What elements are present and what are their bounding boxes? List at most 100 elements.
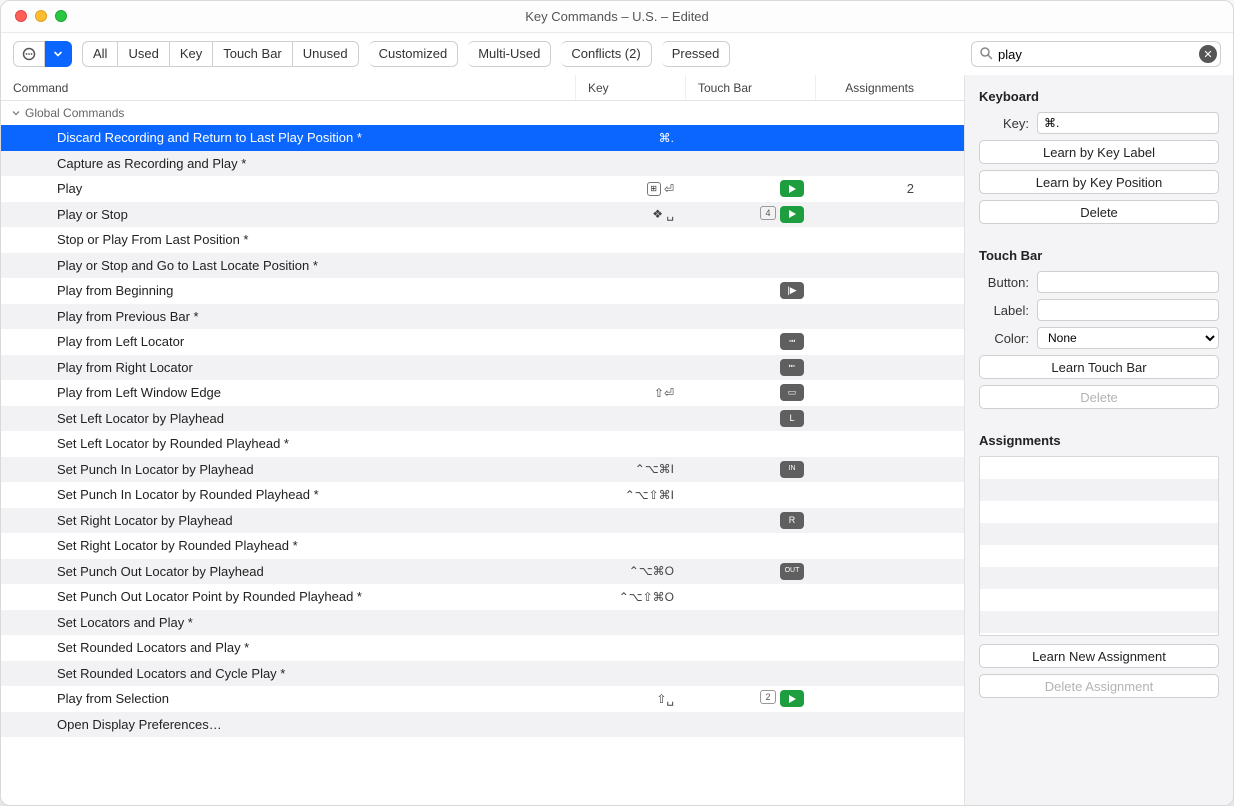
col-assignments[interactable]: Assignments xyxy=(816,75,926,100)
command-row[interactable]: Play from Right Locator⭰ xyxy=(1,355,964,381)
multi-used-button[interactable]: Multi-Used xyxy=(468,41,551,67)
command-row[interactable]: Set Left Locator by Rounded Playhead * xyxy=(1,431,964,457)
keyboard-section: Keyboard Key: Learn by Key Label Learn b… xyxy=(979,89,1219,230)
touchbar-color-select[interactable]: None xyxy=(1037,327,1219,349)
touchbar-cell xyxy=(686,584,816,610)
group-label: Global Commands xyxy=(25,106,124,120)
filter-unused[interactable]: Unused xyxy=(293,41,359,67)
search-input[interactable] xyxy=(971,41,1221,67)
filter-used[interactable]: Used xyxy=(118,41,169,67)
toolbar: AllUsedKeyTouch BarUnused Customized Mul… xyxy=(1,33,1233,75)
touchbar-cell xyxy=(686,431,816,457)
set-right-icon: R xyxy=(780,512,804,529)
touchbar-cell xyxy=(686,482,816,508)
assignment-count xyxy=(816,635,926,661)
minimize-button[interactable] xyxy=(35,10,47,22)
command-row[interactable]: Play or Stop❖ ␣4 xyxy=(1,202,964,228)
clear-search-button[interactable]: ✕ xyxy=(1199,45,1217,63)
touchbar-cell: R xyxy=(686,508,816,534)
touchbar-label-input[interactable] xyxy=(1037,299,1219,321)
assignment-count: 2 xyxy=(816,176,926,202)
assignment-count xyxy=(816,253,926,279)
command-row[interactable]: Play from Previous Bar * xyxy=(1,304,964,330)
command-row[interactable]: Play from Beginning|▶ xyxy=(1,278,964,304)
command-row[interactable]: Capture as Recording and Play * xyxy=(1,151,964,177)
key-shortcut xyxy=(576,278,686,304)
pressed-button[interactable]: Pressed xyxy=(662,41,731,67)
col-command[interactable]: Command xyxy=(1,75,576,100)
touchbar-cell xyxy=(686,533,816,559)
filter-touch-bar[interactable]: Touch Bar xyxy=(213,41,293,67)
key-input[interactable] xyxy=(1037,112,1219,134)
col-touchbar[interactable]: Touch Bar xyxy=(686,75,816,100)
inspector-sidebar: Keyboard Key: Learn by Key Label Learn b… xyxy=(965,75,1233,805)
command-row[interactable]: Set Punch Out Locator by Playhead⌃⌥⌘OOUT xyxy=(1,559,964,585)
command-row[interactable]: Discard Recording and Return to Last Pla… xyxy=(1,125,964,151)
key-shortcut xyxy=(576,533,686,559)
commands-panel: Command Key Touch Bar Assignments Global… xyxy=(1,75,965,805)
fullscreen-button[interactable] xyxy=(55,10,67,22)
key-shortcut xyxy=(576,253,686,279)
assignment-count xyxy=(816,355,926,381)
filter-all[interactable]: All xyxy=(82,41,118,67)
command-row[interactable]: Set Right Locator by Playhead R xyxy=(1,508,964,534)
key-shortcut xyxy=(576,304,686,330)
key-shortcut: ❖ ␣ xyxy=(576,202,686,228)
assignment-count xyxy=(816,406,926,432)
key-shortcut xyxy=(576,329,686,355)
search-field-container: ✕ xyxy=(971,41,1221,67)
command-row[interactable]: Play from Left Window Edge⇧⏎▭ xyxy=(1,380,964,406)
key-shortcut xyxy=(576,227,686,253)
command-row[interactable]: Play or Stop and Go to Last Locate Posit… xyxy=(1,253,964,279)
command-name: Stop or Play From Last Position * xyxy=(1,227,576,253)
touchbar-cell: 2 xyxy=(686,686,816,712)
command-row[interactable]: Play from Left Locator ⭲ xyxy=(1,329,964,355)
command-row[interactable]: Open Display Preferences… xyxy=(1,712,964,738)
command-row[interactable]: Set Punch In Locator by Rounded Playhead… xyxy=(1,482,964,508)
command-row[interactable]: Play from Selection⇧␣2 xyxy=(1,686,964,712)
col-key[interactable]: Key xyxy=(576,75,686,100)
command-row[interactable]: Set Locators and Play * xyxy=(1,610,964,636)
touchbar-cell xyxy=(686,610,816,636)
command-row[interactable]: Set Left Locator by PlayheadL xyxy=(1,406,964,432)
delete-key-button[interactable]: Delete xyxy=(979,200,1219,224)
command-row[interactable]: Play⊞ ⏎2 xyxy=(1,176,964,202)
command-row[interactable]: Set Rounded Locators and Cycle Play * xyxy=(1,661,964,687)
assignments-list[interactable] xyxy=(979,456,1219,636)
options-icon[interactable] xyxy=(13,41,45,67)
punch-in-icon: IN xyxy=(780,461,804,478)
command-name: Play from Left Locator xyxy=(1,329,576,355)
command-row[interactable]: Set Right Locator by Rounded Playhead * xyxy=(1,533,964,559)
command-row[interactable]: Set Punch Out Locator Point by Rounded P… xyxy=(1,584,964,610)
play-icon xyxy=(780,180,804,197)
key-shortcut xyxy=(576,661,686,687)
command-name: Set Right Locator by Rounded Playhead * xyxy=(1,533,576,559)
learn-assignment-button[interactable]: Learn New Assignment xyxy=(979,644,1219,668)
key-shortcut xyxy=(576,355,686,381)
assignment-count xyxy=(816,329,926,355)
learn-touchbar-button[interactable]: Learn Touch Bar xyxy=(979,355,1219,379)
commands-scroll[interactable]: Global Commands Discard Recording and Re… xyxy=(1,101,964,805)
touchbar-cell: ⭲ xyxy=(686,329,816,355)
command-name: Capture as Recording and Play * xyxy=(1,151,576,177)
assignment-count xyxy=(816,584,926,610)
touchbar-button-input[interactable] xyxy=(1037,271,1219,293)
play-icon xyxy=(780,206,804,223)
command-name: Play from Selection xyxy=(1,686,576,712)
command-name: Set Rounded Locators and Play * xyxy=(1,635,576,661)
command-row[interactable]: Stop or Play From Last Position * xyxy=(1,227,964,253)
touchbar-cell xyxy=(686,635,816,661)
command-name: Set Right Locator by Playhead xyxy=(1,508,576,534)
learn-key-label-button[interactable]: Learn by Key Label xyxy=(979,140,1219,164)
filter-key[interactable]: Key xyxy=(170,41,213,67)
conflicts-button[interactable]: Conflicts (2) xyxy=(561,41,651,67)
command-row[interactable]: Set Punch In Locator by Playhead⌃⌥⌘IIN xyxy=(1,457,964,483)
learn-key-position-button[interactable]: Learn by Key Position xyxy=(979,170,1219,194)
chevron-down-icon xyxy=(11,108,21,118)
customized-button[interactable]: Customized xyxy=(369,41,459,67)
command-name: Play or Stop xyxy=(1,202,576,228)
options-chevron[interactable] xyxy=(45,41,72,67)
group-global-commands[interactable]: Global Commands xyxy=(1,101,964,125)
close-button[interactable] xyxy=(15,10,27,22)
command-row[interactable]: Set Rounded Locators and Play * xyxy=(1,635,964,661)
